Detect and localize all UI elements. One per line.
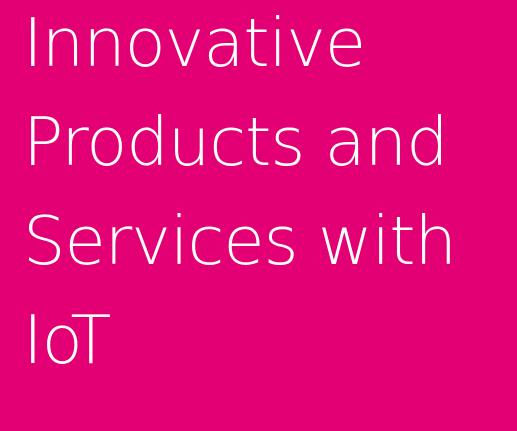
- hero-banner: Innovative Products and Services with Io…: [0, 0, 517, 431]
- headline-line-2: Products and: [23, 103, 449, 181]
- headline-line-1: Innovative: [23, 4, 366, 82]
- headline-line-4: IoT: [23, 301, 111, 379]
- headline-line-3: Services with: [23, 202, 457, 280]
- hero-headline: Innovative Products and Services with Io…: [23, 0, 457, 390]
